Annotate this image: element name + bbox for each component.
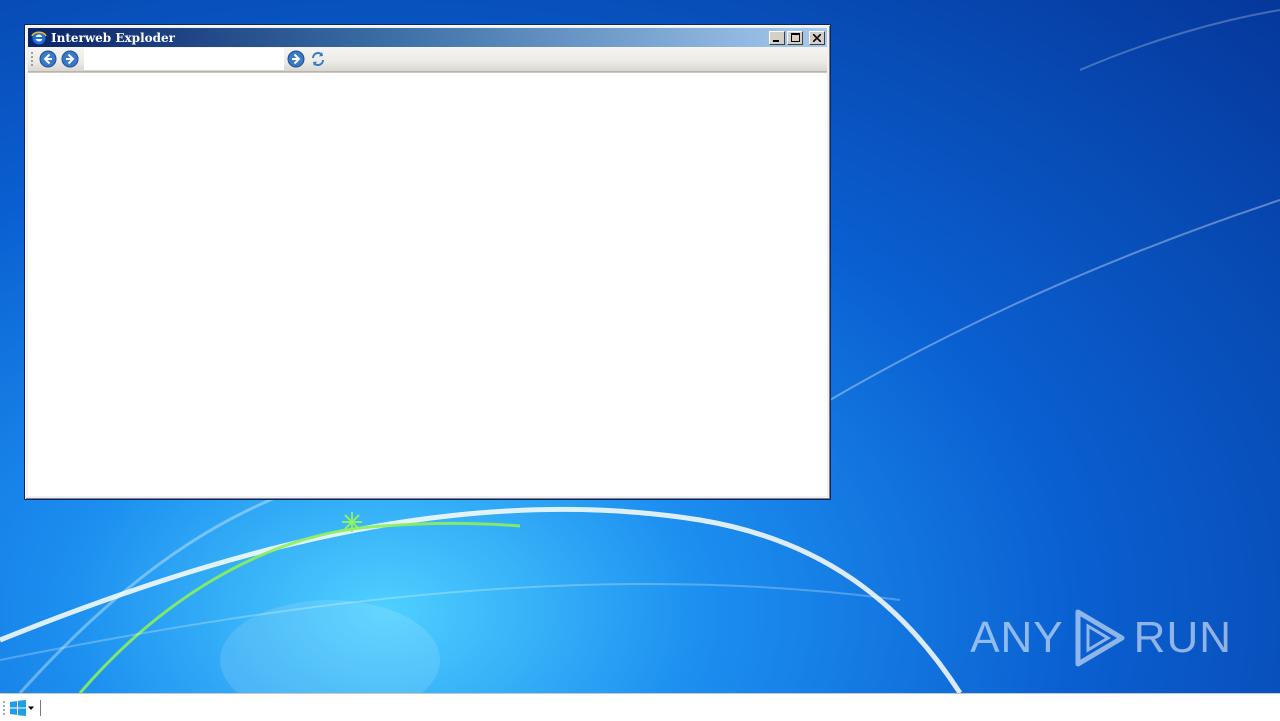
go-arrow-icon [287, 50, 305, 68]
forward-button[interactable] [60, 49, 80, 69]
taskbar [0, 693, 1280, 721]
anyrun-watermark: ANY RUN [970, 608, 1232, 668]
close-icon [813, 33, 821, 42]
navigation-toolbar [28, 47, 827, 72]
dropdown-arrow-icon [28, 706, 34, 710]
play-logo-icon [1075, 609, 1125, 667]
close-button[interactable] [809, 30, 825, 45]
window-titlebar[interactable]: Interweb Exploder [28, 28, 827, 47]
watermark-text-left: ANY [970, 613, 1064, 662]
taskbar-grip[interactable] [2, 699, 6, 716]
address-input[interactable] [84, 48, 284, 70]
windows-logo-icon [10, 699, 26, 716]
go-button[interactable] [286, 49, 306, 69]
minimize-button[interactable] [769, 30, 785, 45]
watermark-text-right: RUN [1133, 613, 1232, 662]
browser-logo-icon [31, 31, 47, 44]
maximize-button[interactable] [787, 30, 803, 45]
minimize-icon [773, 39, 779, 42]
toolbar-grip[interactable] [30, 51, 34, 67]
window-controls [769, 30, 825, 45]
maximize-icon [790, 33, 800, 42]
back-arrow-icon [39, 50, 57, 68]
window-title: Interweb Exploder [51, 30, 175, 45]
start-button[interactable] [10, 699, 34, 716]
forward-arrow-icon [61, 50, 79, 68]
page-content-area[interactable] [28, 72, 827, 496]
back-button[interactable] [38, 49, 58, 69]
refresh-button[interactable] [308, 49, 328, 69]
browser-window: Interweb Exploder [24, 24, 831, 500]
taskbar-separator [40, 699, 41, 716]
refresh-icon [312, 52, 324, 66]
